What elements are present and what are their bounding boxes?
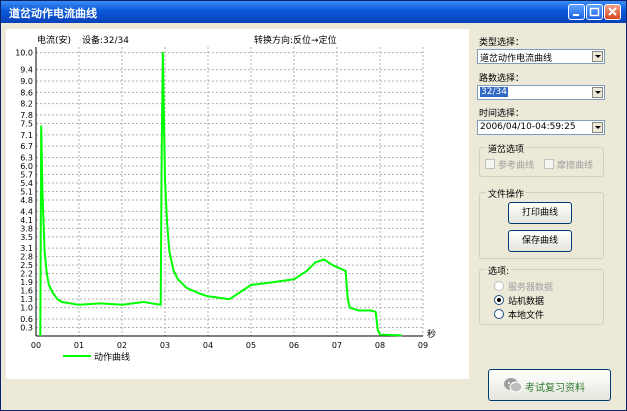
local-file-radio[interactable]: 本地文件	[494, 308, 544, 321]
y-tick-label: 6.3	[20, 154, 33, 163]
y-tick-label: 4.8	[20, 196, 33, 205]
server-data-radio[interactable]: 服务器数据	[494, 280, 553, 293]
maximize-icon	[589, 7, 600, 17]
type-label: 类型选择：	[479, 38, 525, 48]
y-tick-label: 0.6	[20, 315, 33, 324]
x-unit-label: 秒	[427, 330, 437, 340]
y-tick-label: 9.4	[20, 66, 33, 75]
x-tick-label: 07	[332, 341, 342, 350]
friction-curve-checkbox[interactable]: 摩擦曲线	[544, 158, 593, 171]
y-tick-label: 6.7	[20, 142, 33, 151]
print-curve-button[interactable]: 打印曲线	[508, 202, 572, 224]
app-window: 道岔动作电流曲线 电流(安) 设备:32/34 转换方向:反位→定位 0.3 0.…	[0, 0, 627, 411]
switch-options-group: 道岔选项 参考曲线 摩擦曲线	[479, 142, 604, 177]
y-tick-label: 8.2	[20, 100, 33, 109]
switch-value: 32/34	[480, 87, 508, 97]
y-tick-label: 2.8	[20, 253, 33, 262]
close-button[interactable]	[604, 4, 621, 20]
y-tick-label: 10.0	[15, 49, 33, 58]
y-tick-label: 1.0	[20, 304, 33, 313]
y-tick-label: 4.1	[20, 216, 33, 225]
time-value: 2006/04/10-04:59:25	[480, 122, 576, 132]
y-tick-label: 3.1	[20, 244, 33, 253]
chevron-down-icon[interactable]	[592, 122, 603, 133]
radio-selected-icon	[494, 295, 504, 305]
switch-options-title: 道岔选项	[486, 142, 527, 155]
x-tick-label: 03	[160, 341, 170, 350]
data-source-title: 选项:	[486, 264, 512, 277]
series-line-action-curve	[39, 51, 402, 337]
x-tick-label: 00	[31, 341, 41, 350]
station-data-label: 站机数据	[508, 297, 545, 307]
chevron-down-icon[interactable]	[592, 51, 603, 62]
checkbox-icon	[544, 159, 554, 169]
type-value: 道岔动作电流曲线	[480, 54, 553, 64]
y-tick-label: 7.1	[20, 131, 33, 140]
time-select[interactable]: 2006/04/10-04:59:25	[477, 120, 605, 135]
chart-area: 电流(安) 设备:32/34 转换方向:反位→定位 0.3 0.6 1.0 1.3 1.…	[6, 29, 469, 379]
maximize-button[interactable]	[586, 4, 603, 20]
y-tick-label: 0.3	[20, 324, 33, 333]
checkbox-icon	[485, 159, 495, 169]
y-tick-label: 1.3	[20, 295, 33, 304]
y-tick-label: 1.6	[20, 287, 33, 296]
file-operations-title: 文件操作	[486, 187, 527, 200]
y-tick-label: 6.0	[20, 162, 33, 171]
radio-icon	[494, 281, 504, 291]
y-tick-label: 5.4	[20, 179, 33, 188]
exit-button[interactable]: 考试复习资料	[488, 369, 611, 401]
minimize-button[interactable]	[568, 4, 585, 20]
x-tick-label: 02	[117, 341, 127, 350]
y-tick-label: 7.5	[20, 120, 33, 129]
station-data-radio[interactable]: 站机数据	[494, 294, 544, 307]
local-file-label: 本地文件	[508, 311, 545, 321]
switch-select[interactable]: 32/34	[477, 85, 605, 100]
x-tick-label: 09	[418, 341, 428, 350]
close-icon	[608, 7, 617, 16]
y-tick-label: 7.8	[20, 111, 33, 120]
window-title: 道岔动作电流曲线	[9, 7, 97, 20]
x-tick-label: 04	[203, 341, 213, 350]
y-tick-label: 3.5	[20, 233, 33, 242]
current-curve-chart: 0.30.61.01.31.61.92.22.52.83.13.53.84.14…	[15, 47, 428, 357]
time-label: 时间选择：	[479, 109, 525, 119]
switch-label: 路数选择：	[479, 74, 525, 84]
x-tick-label: 05	[246, 341, 256, 350]
ref-curve-label: 参考曲线	[498, 161, 535, 171]
exit-button-label: 考试复习资料	[525, 383, 585, 394]
x-tick-label: 01	[74, 341, 84, 350]
type-select[interactable]: 道岔动作电流曲线	[477, 49, 605, 64]
x-tick-label: 06	[289, 341, 299, 350]
legend-label: 动作曲线	[94, 353, 131, 363]
save-curve-button[interactable]: 保存曲线	[508, 230, 572, 252]
server-data-label: 服务器数据	[508, 283, 554, 293]
y-tick-label: 5.7	[20, 171, 33, 180]
ref-curve-checkbox[interactable]: 参考曲线	[485, 158, 534, 171]
y-tick-label: 3.8	[20, 224, 33, 233]
wechat-icon	[504, 378, 523, 393]
y-tick-label: 8.6	[20, 88, 33, 97]
minimize-icon	[573, 14, 579, 16]
y-tick-label: 1.9	[20, 278, 33, 287]
radio-icon	[494, 309, 504, 319]
y-tick-label: 5.1	[20, 188, 33, 197]
x-tick-label: 08	[375, 341, 385, 350]
title-bar[interactable]: 道岔动作电流曲线	[1, 1, 626, 23]
data-source-group: 选项: 服务器数据 站机数据 本地文件	[479, 264, 604, 325]
chevron-down-icon[interactable]	[592, 87, 603, 98]
y-tick-label: 2.2	[20, 270, 33, 279]
y-tick-label: 2.5	[20, 261, 33, 270]
y-tick-label: 4.4	[20, 207, 33, 216]
y-tick-label: 9.0	[20, 77, 33, 86]
friction-curve-label: 摩擦曲线	[557, 161, 594, 171]
